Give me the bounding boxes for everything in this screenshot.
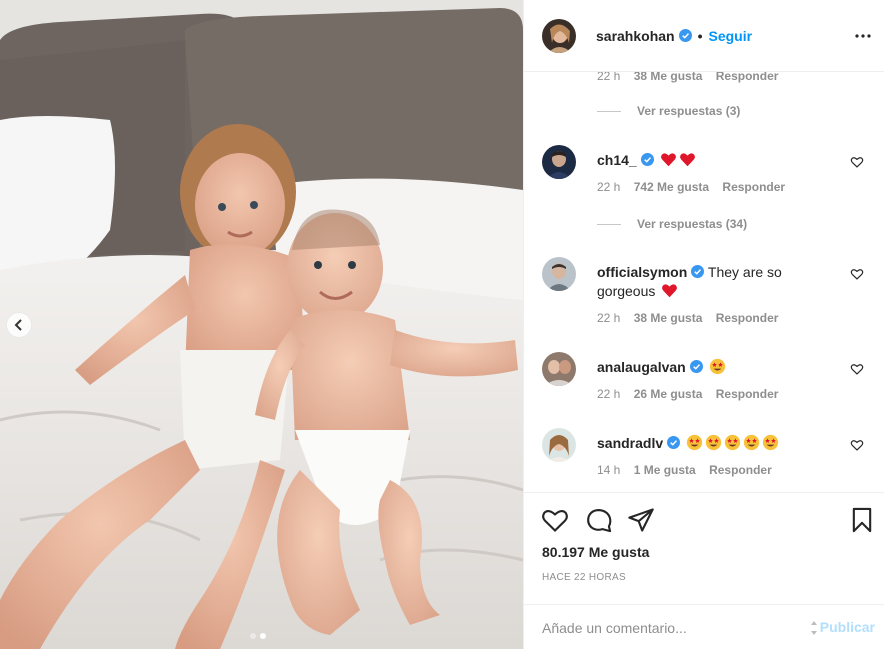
comment-likes[interactable]: 26 Me gusta: [634, 387, 703, 401]
comment-time: 14 h: [597, 463, 621, 477]
comment-likes[interactable]: 38 Me gusta: [634, 72, 703, 83]
commenter-avatar[interactable]: [542, 428, 576, 462]
replies-divider: [597, 223, 621, 225]
comment-text: sandradlv: [597, 434, 797, 453]
carousel-dot-active: [260, 633, 266, 639]
more-options-button[interactable]: [851, 24, 875, 48]
commenter-avatar[interactable]: [542, 257, 576, 291]
reply-button[interactable]: Responder: [716, 387, 779, 401]
likes-count[interactable]: 80.197 Me gusta: [542, 544, 649, 560]
verified-badge-icon: [691, 265, 705, 278]
comment-meta: 22 h 742 Me gusta Responder: [597, 180, 795, 194]
like-comment-heart-icon[interactable]: [850, 438, 864, 452]
baby-photo-image: [0, 0, 523, 649]
post-header: sarahkohan • Seguir: [524, 0, 884, 72]
like-comment-heart-icon[interactable]: [850, 362, 864, 376]
comment-text: officialsymon They are so gorgeous: [597, 263, 797, 301]
reply-button[interactable]: Responder: [722, 180, 785, 194]
verified-badge-icon: [640, 153, 654, 166]
star-struck-icon: [743, 434, 760, 451]
header-separator: •: [697, 27, 703, 44]
publish-button[interactable]: Publicar: [820, 619, 875, 635]
star-struck-icon: [762, 434, 779, 451]
comment-likes[interactable]: 38 Me gusta: [634, 311, 703, 325]
commenter-username[interactable]: officialsymon: [597, 264, 687, 280]
like-comment-heart-icon[interactable]: [850, 267, 864, 281]
comment-time: 22 h: [597, 387, 621, 401]
reply-button[interactable]: Responder: [716, 72, 779, 83]
commenter-username[interactable]: analaugalvan: [597, 359, 686, 375]
verified-badge-icon: [667, 436, 681, 449]
comment-meta: 22 h 38 Me gusta Responder: [597, 311, 788, 325]
view-replies-button[interactable]: Ver respuestas (3): [597, 104, 740, 118]
comment-bubble-icon[interactable]: [585, 506, 613, 534]
star-struck-icon: [705, 434, 722, 451]
comment-input[interactable]: [542, 617, 792, 639]
commenter-username[interactable]: ch14_: [597, 152, 637, 168]
share-paper-plane-icon[interactable]: [627, 506, 655, 534]
comment-time: 22 h: [597, 311, 621, 325]
author-username[interactable]: sarahkohan: [596, 28, 675, 44]
red-heart-icon: [662, 284, 678, 298]
commenter-username[interactable]: sandradlv: [597, 435, 663, 451]
follow-button[interactable]: Seguir: [709, 28, 753, 44]
comment-meta-partial: 22 h 38 Me gusta Responder: [597, 72, 788, 83]
more-icon: [855, 34, 871, 38]
star-struck-icon: [686, 434, 703, 451]
commenter-avatar[interactable]: [542, 145, 576, 179]
view-replies-button[interactable]: Ver respuestas (34): [597, 217, 747, 231]
comment-text: ch14_: [597, 151, 797, 170]
commenter-avatar[interactable]: [542, 352, 576, 386]
comments-list[interactable]: 22 h 38 Me gusta Responder Ver respuesta…: [524, 72, 884, 492]
verified-badge-icon: [678, 29, 692, 42]
previous-slide-button[interactable]: [6, 312, 32, 338]
comment-time: 22 h: [597, 180, 621, 194]
carousel-dot: [250, 633, 256, 639]
red-heart-icon: [679, 153, 695, 167]
comment-likes[interactable]: 742 Me gusta: [634, 180, 709, 194]
comment-meta: 22 h 26 Me gusta Responder: [597, 387, 788, 401]
reply-button[interactable]: Responder: [709, 463, 772, 477]
star-struck-icon: [724, 434, 741, 451]
like-heart-icon[interactable]: [541, 506, 569, 534]
post-actions: 80.197 Me gusta HACE 22 HORAS: [524, 492, 884, 604]
post-timestamp: HACE 22 HORAS: [542, 572, 626, 583]
replies-divider: [597, 110, 621, 112]
carousel-indicator: [250, 633, 266, 639]
comment-likes[interactable]: 1 Me gusta: [634, 463, 696, 477]
save-bookmark-icon[interactable]: [848, 506, 876, 534]
post-modal: sarahkohan • Seguir 22 h 38 Me gusta Res…: [0, 0, 884, 649]
post-photo[interactable]: [0, 0, 523, 649]
verified-badge-icon: [689, 360, 703, 373]
comment-time: 22 h: [597, 72, 621, 83]
post-sidebar: sarahkohan • Seguir 22 h 38 Me gusta Res…: [523, 0, 884, 649]
comment-text: analaugalvan: [597, 358, 797, 377]
view-replies-label: Ver respuestas (34): [637, 217, 748, 231]
chevron-left-icon: [14, 319, 22, 331]
resize-arrows-icon: [811, 621, 817, 635]
view-replies-label: Ver respuestas (3): [637, 104, 741, 118]
like-comment-heart-icon[interactable]: [850, 155, 864, 169]
red-heart-icon: [660, 153, 676, 167]
comment-composer: Publicar: [524, 604, 884, 649]
star-struck-icon: [709, 358, 725, 375]
reply-button[interactable]: Responder: [716, 311, 779, 325]
author-avatar[interactable]: [542, 18, 576, 53]
comment-meta: 14 h 1 Me gusta Responder: [597, 463, 782, 477]
